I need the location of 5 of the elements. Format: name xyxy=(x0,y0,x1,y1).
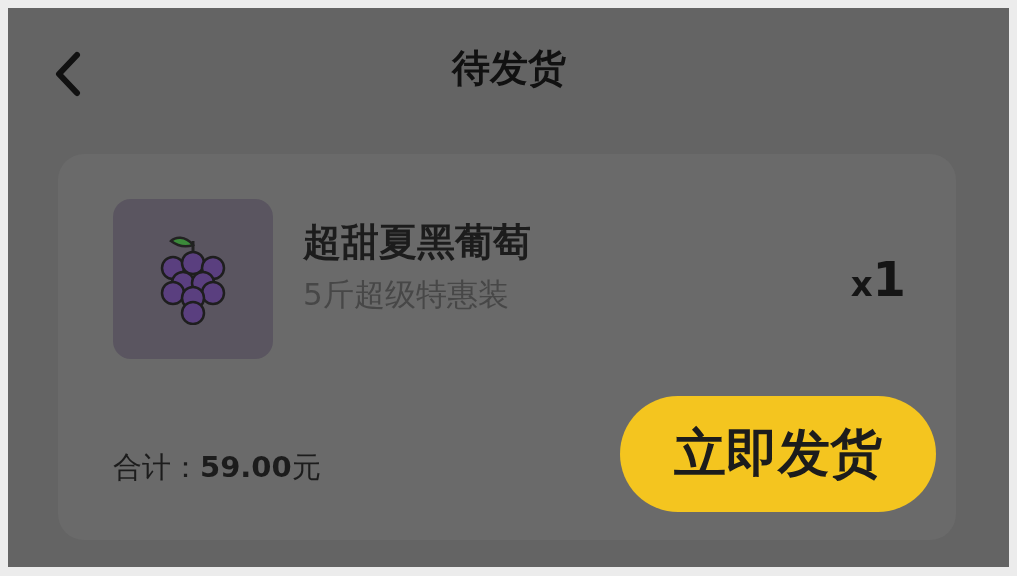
page-title: 待发货 xyxy=(451,44,566,92)
quantity: x1 xyxy=(850,251,906,307)
order-total: 合计：59.00元 xyxy=(113,449,321,486)
ship-now-button[interactable]: 立即发货 xyxy=(620,396,936,512)
product-name: 超甜夏黑葡萄 xyxy=(303,218,532,266)
